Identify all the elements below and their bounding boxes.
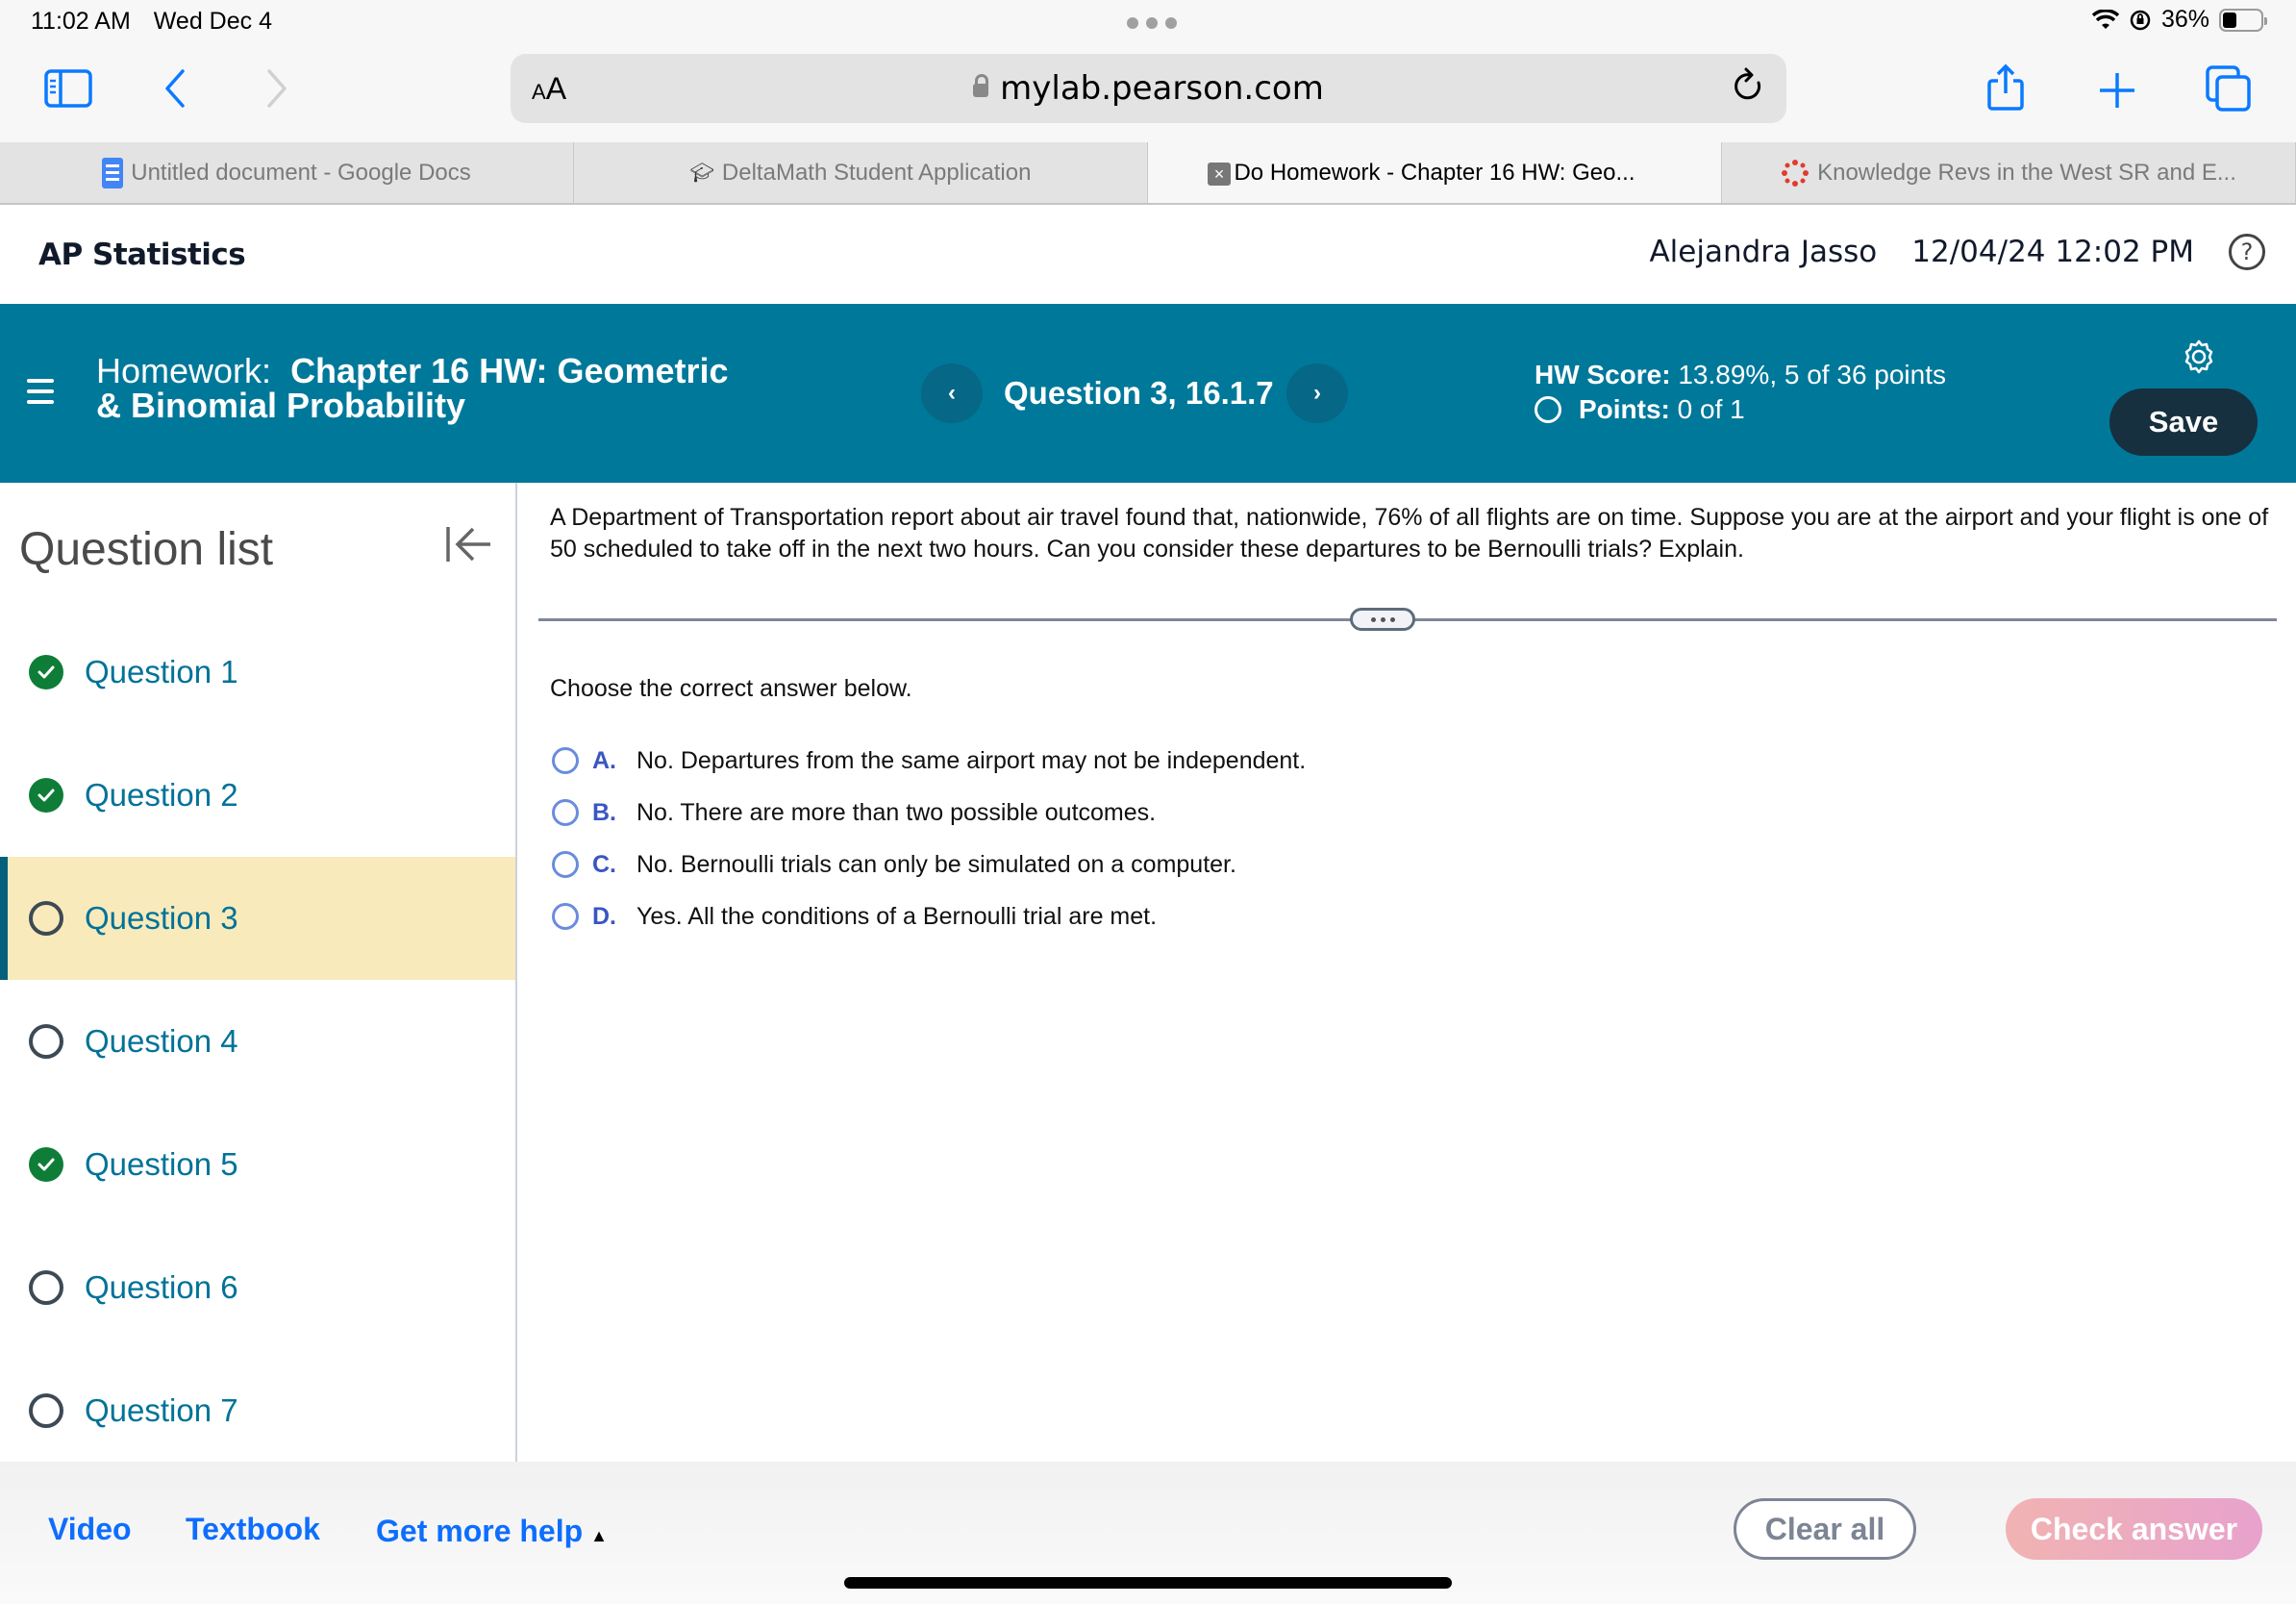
tab-bar: Untitled document - Google Docs 🎓︎ Delta… [0,142,2296,205]
save-button[interactable]: Save [2109,388,2258,456]
back-icon[interactable] [163,69,187,108]
question-area: A Department of Transportation report ab… [519,483,2296,1462]
clear-all-button[interactable]: Clear all [1734,1498,1916,1560]
new-tab-icon[interactable] [2098,71,2136,110]
footer-bar: Video Textbook Get more help ▲ Clear all … [0,1462,2296,1604]
score-panel: HW Score: 13.89%, 5 of 36 points Points:… [1535,360,1947,424]
video-link[interactable]: Video [48,1512,132,1547]
status-bar-right: 36% [2091,6,2267,34]
close-tab-icon[interactable]: × [1208,163,1231,186]
question-list-item[interactable]: Question 2 [0,734,515,857]
option-b[interactable]: B. No. There are more than two possible o… [552,787,1306,839]
menu-icon[interactable] [27,379,54,404]
check-circle-icon [29,655,63,689]
option-d[interactable]: D. Yes. All the conditions of a Bernoulli… [552,890,1306,942]
empty-circle-icon [29,1393,63,1428]
answer-options: A. No. Departures from the same airport m… [552,735,1306,942]
question-list-item[interactable]: Question 7 [0,1349,515,1472]
question-list-panel: Question list Question 1 Question 2 Questi… [0,483,517,1462]
radio-a[interactable] [552,747,579,774]
course-bar: AP Statistics Alejandra Jasso 12/04/24 1… [0,205,2296,304]
collapse-panel-icon[interactable] [444,523,492,570]
textbook-link[interactable]: Textbook [186,1512,320,1547]
next-question-button[interactable]: › [1286,363,1348,423]
empty-circle-icon [29,901,63,936]
check-answer-button[interactable]: Check answer [2006,1498,2262,1560]
current-datetime: 12/04/24 12:02 PM [1911,235,2194,269]
question-list-item-label: Question 6 [85,1269,238,1305]
sidebar-toggle-icon[interactable] [44,69,92,108]
check-circle-icon [29,778,63,813]
question-list-item[interactable]: Question 6 [0,1226,515,1349]
previous-question-button[interactable]: ‹ [921,363,983,423]
divider-handle[interactable] [1350,608,1415,631]
share-icon[interactable] [1986,63,2025,112]
address-bar[interactable]: AA mylab.pearson.com [511,54,1786,123]
tab-google-docs[interactable]: Untitled document - Google Docs [0,142,574,203]
forward-icon[interactable] [265,69,288,108]
empty-circle-icon [29,1024,63,1059]
radio-c[interactable] [552,851,579,878]
google-docs-icon [102,157,124,188]
tab-deltamath[interactable]: 🎓︎ DeltaMath Student Application [574,142,1148,203]
question-list-item[interactable]: Question 3 [0,857,515,980]
caret-up-icon: ▲ [590,1526,608,1545]
question-list-item-label: Question 3 [85,900,238,936]
course-title: AP Statistics [38,238,246,272]
status-time: 11:02 AM [31,8,131,35]
points-status-icon [1535,396,1561,423]
question-list-item[interactable]: Question 4 [0,980,515,1103]
option-a[interactable]: A. No. Departures from the same airport m… [552,735,1306,787]
question-list-item-label: Question 1 [85,654,238,689]
question-list-title: Question list [19,524,274,575]
home-indicator[interactable] [844,1577,1452,1589]
wifi-icon [2091,9,2119,29]
lock-icon [973,74,989,97]
get-more-help-link[interactable]: Get more help ▲ [376,1514,608,1549]
option-c[interactable]: C. No. Bernoulli trials can only be simul… [552,839,1306,890]
orientation-lock-icon [2130,10,2151,30]
help-icon[interactable]: ? [2229,234,2265,270]
question-list-item-label: Question 4 [85,1023,238,1059]
question-number: Question 3, 16.1.7 [1004,375,1274,411]
question-list-item-label: Question 5 [85,1146,238,1182]
question-list-item[interactable]: Question 5 [0,1103,515,1226]
radio-b[interactable] [552,799,579,826]
answer-instruction: Choose the correct answer below. [550,675,912,702]
points-value: 0 of 1 [1677,394,1745,424]
tab-do-homework[interactable]: × Do Homework - Chapter 16 HW: Geo... [1148,142,1722,203]
check-circle-icon [29,1147,63,1182]
question-list-item-label: Question 7 [85,1392,238,1428]
status-bar-left: 11:02 AM Wed Dec 4 [31,8,272,36]
canvas-icon [1782,159,1809,187]
user-name: Alejandra Jasso [1649,235,1878,269]
hw-score-value: 13.89%, 5 of 36 points [1678,360,1947,389]
url-text[interactable]: mylab.pearson.com [511,69,1786,108]
graduation-cap-icon: 🎓︎ [689,163,714,184]
gear-icon[interactable] [2181,338,2217,380]
battery-percent: 36% [2160,6,2209,33]
homework-title: Homework: Chapter 16 HW: Geometric & Bin… [96,351,729,425]
multitasking-dots-icon[interactable] [1127,17,1177,29]
question-list-item-label: Question 2 [85,777,238,813]
homework-header: Homework: Chapter 16 HW: Geometric & Bin… [0,304,2296,483]
empty-circle-icon [29,1270,63,1305]
browser-chrome: 11:02 AM Wed Dec 4 36% AA mylab.pearson.… [0,0,2296,142]
question-list-item[interactable]: Question 1 [0,611,515,734]
status-date: Wed Dec 4 [153,8,272,35]
battery-icon [2219,8,2267,32]
tab-knowledge-revs[interactable]: Knowledge Revs in the West SR and E... [1722,142,2296,203]
question-prompt: A Department of Transportation report ab… [550,504,2269,563]
reload-icon[interactable] [1733,67,1767,111]
radio-d[interactable] [552,903,579,930]
tabs-overview-icon[interactable] [2206,65,2252,112]
